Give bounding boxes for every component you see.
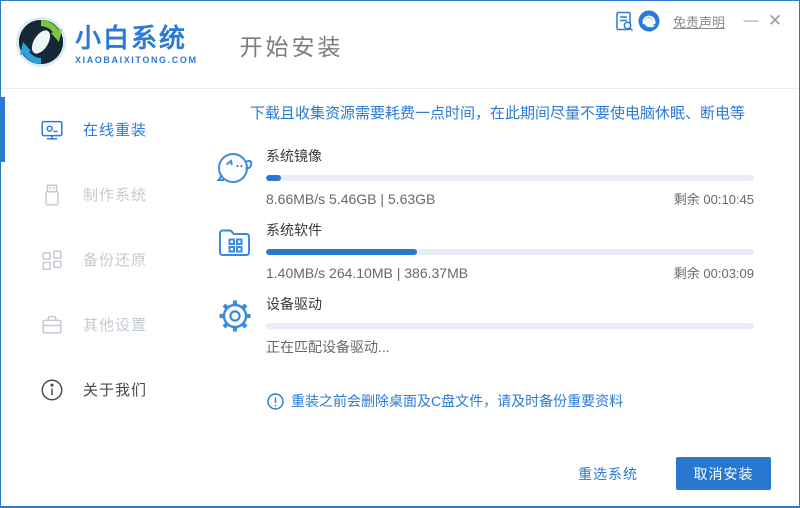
- sidebar-item-label: 制作系统: [83, 187, 148, 204]
- brand-name: 小白系统: [75, 22, 188, 53]
- header-controls: 免责声明 — ✕: [613, 10, 787, 32]
- progress-bar-system-software: [266, 249, 754, 255]
- progress-bar-device-driver: [266, 323, 754, 329]
- progress-bar-system-image: [266, 175, 754, 181]
- minimize-button[interactable]: —: [739, 10, 763, 32]
- task-stats: 1.40MB/s 264.10MB | 386.37MB 剩余 00:03:09: [266, 263, 754, 282]
- task-body: 系统软件 1.40MB/s 264.10MB | 386.37MB 剩余 00:…: [266, 218, 754, 282]
- usb-drive-icon: [39, 182, 65, 208]
- info-icon: [39, 377, 65, 403]
- folder-apps-icon: [204, 218, 266, 282]
- exclamation-circle-icon: [267, 392, 284, 410]
- download-speed-stats: 8.66MB/s 5.46GB | 5.63GB: [266, 191, 436, 207]
- task-stats: 正在匹配设备驱动...: [266, 337, 754, 357]
- progress-fill: [266, 249, 418, 255]
- task-title: 系统镜像: [266, 148, 322, 164]
- customer-service-icon[interactable]: [637, 10, 661, 32]
- time-remaining: 剩余 00:10:45: [673, 192, 754, 207]
- briefcase-icon: [39, 312, 65, 338]
- sidebar-item-label: 备份还原: [83, 252, 148, 269]
- task-title: 设备驱动: [266, 296, 322, 312]
- task-body: 系统镜像 8.66MB/s 5.46GB | 5.63GB 剩余 00:10:4…: [266, 144, 754, 208]
- task-list: 系统镜像 8.66MB/s 5.46GB | 5.63GB 剩余 00:10:4…: [204, 144, 754, 367]
- monitor-icon: [39, 117, 65, 143]
- header: 小白系统 XIAOBAIXITONG.COM 开始安装 免责声明 — ✕: [1, 1, 799, 89]
- progress-fill: [266, 175, 281, 181]
- mascot-face-icon: [204, 144, 266, 208]
- task-title: 系统软件: [266, 222, 322, 238]
- app-window: 小白系统 XIAOBAIXITONG.COM 开始安装 免责声明 — ✕ 在线重…: [0, 0, 800, 508]
- sidebar-item-about-us[interactable]: 关于我们: [1, 357, 196, 422]
- sidebar-item-other-settings[interactable]: 其他设置: [1, 292, 196, 357]
- sidebar-item-online-reinstall[interactable]: 在线重装: [1, 97, 196, 162]
- sidebar-item-label: 关于我们: [83, 382, 148, 399]
- main-content: 下载且收集资源需要耗费一点时间，在此期间尽量不要使电脑休眠、断电等 系统镜像 8…: [196, 90, 799, 506]
- task-row-system-software: 系统软件 1.40MB/s 264.10MB | 386.37MB 剩余 00:…: [204, 218, 754, 282]
- reselect-system-button[interactable]: 重选系统: [578, 464, 638, 484]
- sidebar-item-label: 在线重装: [83, 122, 148, 139]
- task-stats: 8.66MB/s 5.46GB | 5.63GB 剩余 00:10:45: [266, 189, 754, 208]
- time-remaining: 剩余 00:03:09: [673, 266, 754, 281]
- task-row-system-image: 系统镜像 8.66MB/s 5.46GB | 5.63GB 剩余 00:10:4…: [204, 144, 754, 208]
- footer-actions: 重选系统 取消安装: [578, 457, 771, 490]
- sidebar-item-make-system[interactable]: 制作系统: [1, 162, 196, 227]
- cancel-install-button[interactable]: 取消安装: [676, 457, 771, 490]
- backup-warning-text: 重装之前会删除桌面及C盘文件，请及时备份重要资料: [291, 393, 624, 409]
- task-body: 设备驱动 正在匹配设备驱动...: [266, 292, 754, 357]
- driver-matching-status: 正在匹配设备驱动...: [266, 339, 390, 355]
- gear-icon: [204, 292, 266, 357]
- sidebar-item-label: 其他设置: [83, 317, 148, 334]
- sidebar: 在线重装 制作系统 备份还原 其他设置 关于我们: [1, 90, 196, 504]
- task-row-device-driver: 设备驱动 正在匹配设备驱动...: [204, 292, 754, 357]
- brand-logo: 小白系统 XIAOBAIXITONG.COM: [15, 16, 198, 73]
- page-title: 开始安装: [239, 33, 344, 60]
- brand-text: 小白系统 XIAOBAIXITONG.COM: [75, 24, 198, 66]
- sidebar-item-backup-restore[interactable]: 备份还原: [1, 227, 196, 292]
- brand-domain: XIAOBAIXITONG.COM: [75, 55, 198, 66]
- backup-warning: 重装之前会删除桌面及C盘文件，请及时备份重要资料: [267, 391, 623, 411]
- sync-logo-icon: [15, 16, 67, 73]
- download-tip-text: 下载且收集资源需要耗费一点时间，在此期间尽量不要使电脑休眠、断电等: [249, 105, 745, 122]
- download-speed-stats: 1.40MB/s 264.10MB | 386.37MB: [266, 265, 469, 281]
- log-document-icon[interactable]: [613, 10, 637, 32]
- blocks-icon: [39, 247, 65, 273]
- disclaimer-link[interactable]: 免责声明: [673, 12, 725, 31]
- close-button[interactable]: ✕: [763, 10, 787, 32]
